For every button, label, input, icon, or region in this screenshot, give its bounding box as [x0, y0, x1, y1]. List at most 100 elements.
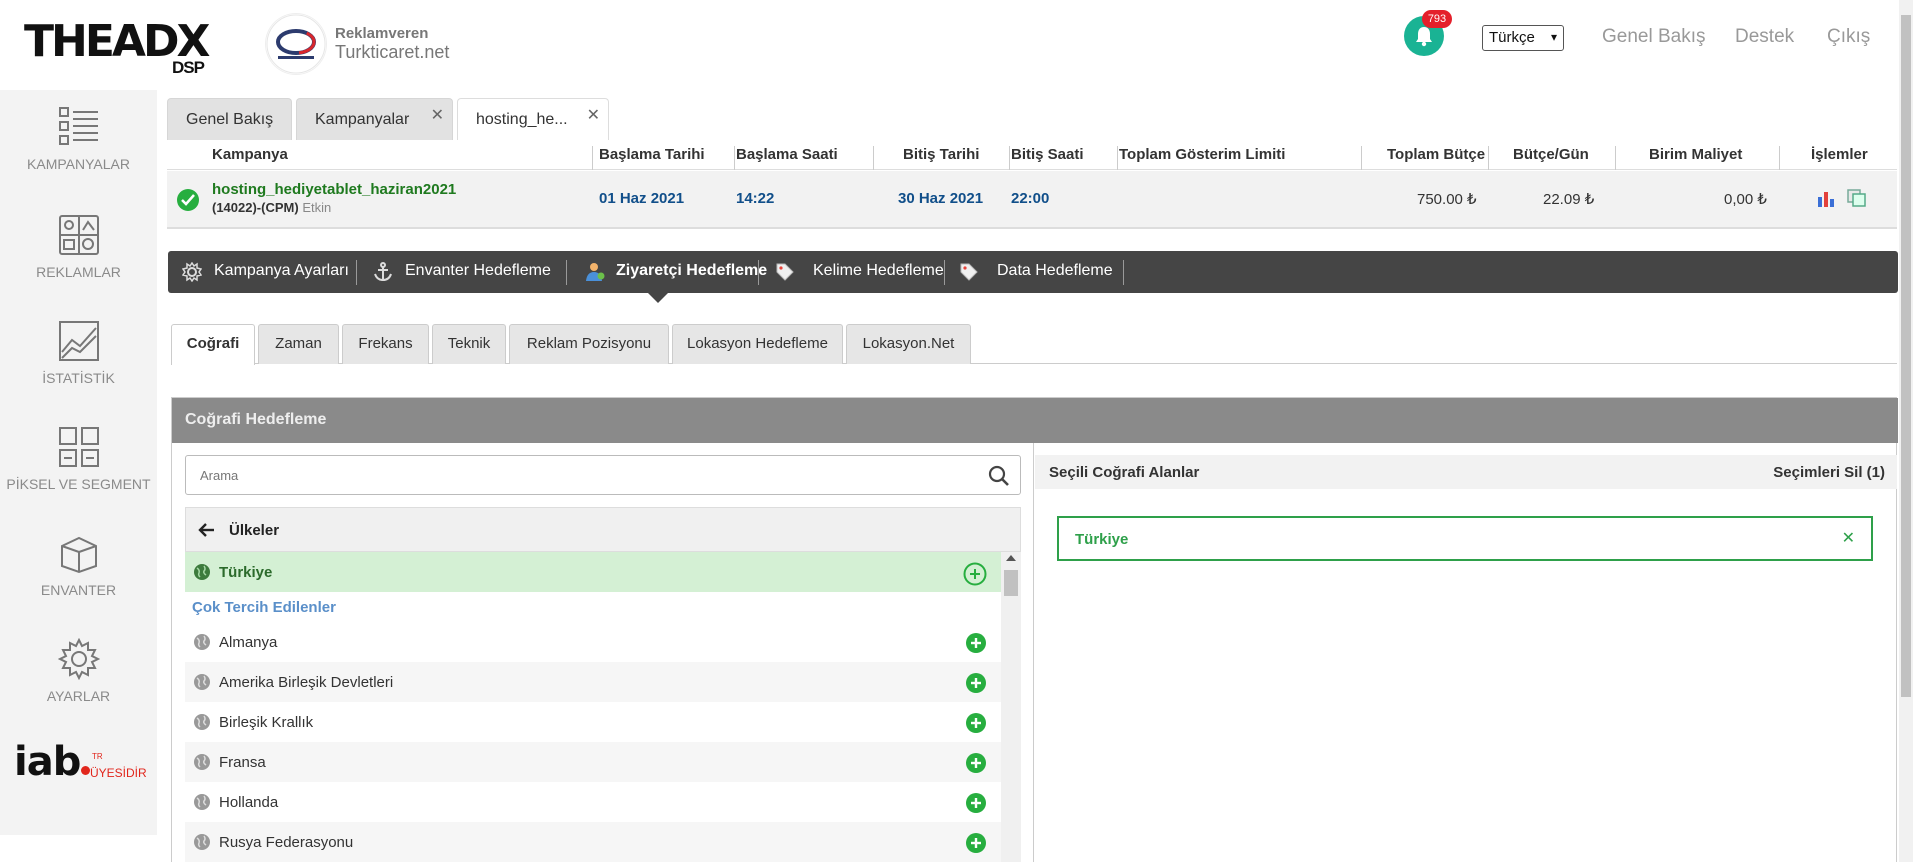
add-circle-icon	[966, 713, 986, 733]
campaign-status: Etkin	[302, 200, 332, 215]
campaign-row: hosting_hediyetablet_haziran2021 (14022)…	[167, 171, 1897, 229]
subnav-inventory-targeting[interactable]: Envanter Hedefleme	[373, 251, 551, 293]
campaign-table: Kampanya Başlama Tarihi Başlama Saati Bi…	[167, 140, 1897, 240]
sidebar-item-label: ENVANTER	[40, 582, 117, 598]
country-row[interactable]: Rusya Federasyonu	[185, 822, 1001, 862]
iab-member-text: ÜYESİDİR	[90, 766, 147, 780]
tab-campaign-detail[interactable]: hosting_he... ✕	[457, 98, 609, 140]
globe-icon	[194, 714, 210, 730]
overview-link[interactable]: Genel Bakış	[1602, 26, 1706, 48]
support-link[interactable]: Destek	[1735, 26, 1794, 48]
add-circle-icon	[966, 673, 986, 693]
sidebar-item-inventory[interactable]: ENVANTER	[0, 532, 157, 598]
globe-icon	[194, 564, 210, 580]
gear-icon	[182, 262, 202, 282]
country-row-selected[interactable]: Türkiye	[185, 552, 1001, 592]
advertiser-label: Reklamveren	[335, 25, 429, 42]
tag-icon	[960, 263, 978, 281]
tab-location-net[interactable]: Lokasyon.Net	[846, 324, 971, 364]
chevron-down-icon: ▾	[1550, 30, 1557, 44]
subnav-campaign-settings[interactable]: Kampanya Ayarları	[182, 251, 349, 293]
page-scrollbar[interactable]	[1899, 0, 1913, 862]
campaign-name-link[interactable]: hosting_hediyetablet_haziran2021	[212, 181, 456, 198]
page-scroll-thumb[interactable]	[1901, 15, 1911, 697]
tab-label: Kampanyalar	[315, 111, 410, 128]
theadx-logo[interactable]: THEADX DSP	[24, 20, 210, 78]
active-indicator	[648, 293, 668, 303]
sidebar-item-statistics[interactable]: İSTATİSTİK	[0, 320, 157, 386]
language-select[interactable]: Türkçe ▾	[1482, 25, 1564, 51]
search-input[interactable]: Arama	[185, 455, 1021, 495]
country-row[interactable]: Fransa	[185, 742, 1001, 782]
tab-technical[interactable]: Teknik	[432, 324, 506, 364]
remove-icon[interactable]: ✕	[1842, 528, 1855, 548]
copy-button[interactable]	[1847, 189, 1867, 211]
globe-icon	[194, 834, 210, 850]
country-name: Amerika Birleşik Devletleri	[219, 674, 394, 691]
globe-icon	[194, 794, 210, 810]
col-unit-cost: Birim Maliyet	[1649, 146, 1743, 163]
unit-cost-value: 0,00 ₺	[1724, 191, 1767, 208]
col-start-time: Başlama Saati	[736, 146, 838, 163]
country-row[interactable]: Hollanda	[185, 782, 1001, 822]
list-icon	[58, 107, 98, 145]
visitor-icon	[586, 263, 605, 281]
country-row[interactable]: Almanya	[185, 622, 1001, 662]
bell-icon	[1416, 27, 1432, 47]
country-name: Almanya	[219, 634, 278, 651]
sidebar-item-ads[interactable]: REKLAMLAR	[0, 214, 157, 280]
country-name: Hollanda	[219, 794, 279, 811]
tab-frequency[interactable]: Frekans	[342, 324, 429, 364]
globe-icon	[194, 634, 210, 650]
geo-targeting-panel: Coğrafi Hedefleme Arama Ülkeler Türkiye …	[171, 397, 1898, 862]
logo-sub-text: DSP	[172, 58, 205, 77]
scroll-thumb[interactable]	[1004, 570, 1018, 596]
country-row[interactable]: Amerika Birleşik Devletleri	[185, 662, 1001, 702]
tab-overview[interactable]: Genel Bakış	[167, 98, 292, 140]
subnav-keyword-targeting[interactable]: Kelime Hedefleme	[775, 251, 944, 293]
tab-label: Genel Bakış	[186, 111, 274, 128]
add-circle-icon	[966, 793, 986, 813]
country-list: Türkiye Çok Tercih Edilenler Almanya Ame…	[185, 552, 1001, 862]
subnav-data-targeting[interactable]: Data Hedefleme	[959, 251, 1113, 293]
country-name: Rusya Federasyonu	[219, 834, 354, 851]
clear-selections-link[interactable]: Seçimleri Sil (1)	[1773, 464, 1885, 481]
sidebar-item-settings[interactable]: AYARLAR	[0, 638, 157, 704]
tab-location-targeting[interactable]: Lokasyon Hedefleme	[672, 324, 843, 364]
stats-button[interactable]	[1817, 189, 1837, 211]
tab-campaigns[interactable]: Kampanyalar ✕	[296, 98, 453, 140]
sidebar-item-pixel-segment[interactable]: PİKSEL VE SEGMENT	[0, 426, 157, 492]
start-date-value: 01 Haz 2021	[599, 190, 685, 207]
list-scrollbar[interactable]	[1001, 552, 1021, 862]
subnav-visitor-targeting[interactable]: Ziyaretçi Hedefleme	[584, 251, 767, 293]
col-end-date: Bitiş Tarihi	[903, 146, 980, 163]
add-circle-outline-icon	[963, 562, 987, 586]
start-time-value: 14:22	[736, 190, 775, 207]
selected-areas-title: Seçili Coğrafi Alanlar	[1049, 464, 1200, 481]
selected-area-item: Türkiye ✕	[1057, 516, 1873, 561]
globe-icon	[194, 754, 210, 770]
anchor-icon	[374, 262, 392, 282]
subnav-label: Kelime Hedefleme	[813, 262, 944, 279]
scroll-up-arrow[interactable]	[1006, 555, 1016, 561]
total-budget-value: 750.00 ₺	[1417, 191, 1477, 208]
tab-ad-position[interactable]: Reklam Pozisyonu	[509, 324, 669, 364]
sidebar-item-campaigns[interactable]: KAMPANYALAR	[0, 106, 157, 172]
targeting-subnav: Kampanya Ayarları Envanter Hedefleme Ziy…	[168, 251, 1898, 303]
subnav-label: Ziyaretçi Hedefleme	[616, 262, 768, 279]
tab-time[interactable]: Zaman	[258, 324, 339, 364]
back-arrow-icon[interactable]	[198, 522, 216, 538]
geo-panel-title: Coğrafi Hedefleme	[172, 398, 1898, 443]
campaign-meta: (14022)-(CPM)	[212, 200, 299, 215]
close-icon[interactable]: ✕	[431, 105, 444, 125]
tab-geographic[interactable]: Coğrafi	[171, 324, 255, 365]
close-icon[interactable]: ✕	[587, 105, 600, 125]
country-row[interactable]: Birleşik Krallık	[185, 702, 1001, 742]
top-header: THEADX DSP Reklamveren Turkticaret.net 7…	[0, 0, 1913, 90]
bar-chart-icon	[1818, 192, 1834, 207]
add-circle-icon	[966, 753, 986, 773]
logout-link[interactable]: Çıkış	[1827, 26, 1870, 48]
campaign-table-header: Kampanya Başlama Tarihi Başlama Saati Bi…	[167, 140, 1897, 170]
iab-tr-text: TR	[92, 752, 103, 761]
col-total-budget: Toplam Bütçe	[1387, 146, 1486, 163]
